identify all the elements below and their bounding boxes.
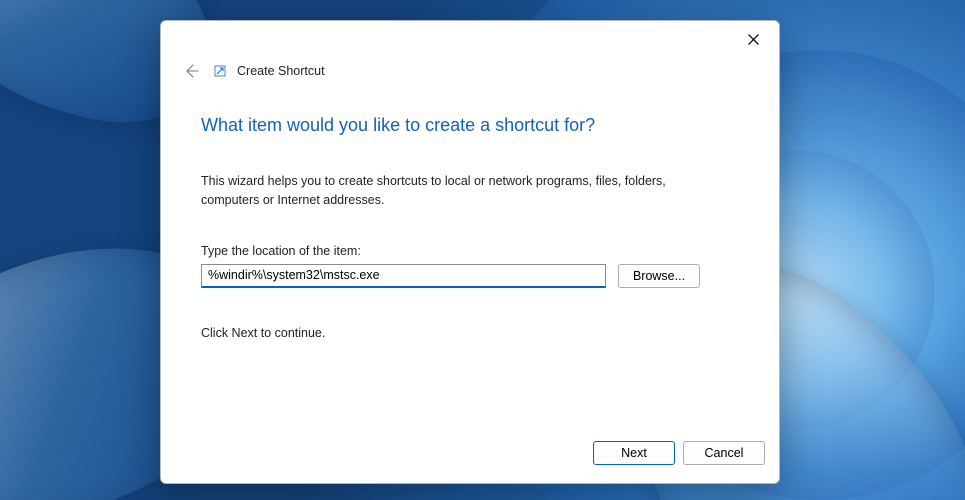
location-label: Type the location of the item: xyxy=(201,244,739,258)
dialog-title: Create Shortcut xyxy=(237,64,325,78)
close-button[interactable] xyxy=(735,25,771,53)
dialog-titlebar xyxy=(161,21,779,57)
location-input[interactable] xyxy=(201,264,606,288)
back-button[interactable] xyxy=(179,59,203,83)
close-icon xyxy=(748,34,759,45)
next-button[interactable]: Next xyxy=(593,441,675,465)
wizard-heading: What item would you like to create a sho… xyxy=(201,115,739,136)
browse-button[interactable]: Browse... xyxy=(618,264,700,288)
create-shortcut-dialog: Create Shortcut What item would you like… xyxy=(160,20,780,484)
dialog-content: What item would you like to create a sho… xyxy=(161,83,779,435)
arrow-left-icon xyxy=(183,63,199,79)
location-row: Browse... xyxy=(201,264,739,288)
shortcut-icon xyxy=(213,64,227,78)
cancel-button[interactable]: Cancel xyxy=(683,441,765,465)
wizard-description: This wizard helps you to create shortcut… xyxy=(201,172,711,210)
dialog-footer: Next Cancel xyxy=(161,435,779,483)
dialog-header: Create Shortcut xyxy=(161,57,779,83)
continue-hint: Click Next to continue. xyxy=(201,326,739,340)
